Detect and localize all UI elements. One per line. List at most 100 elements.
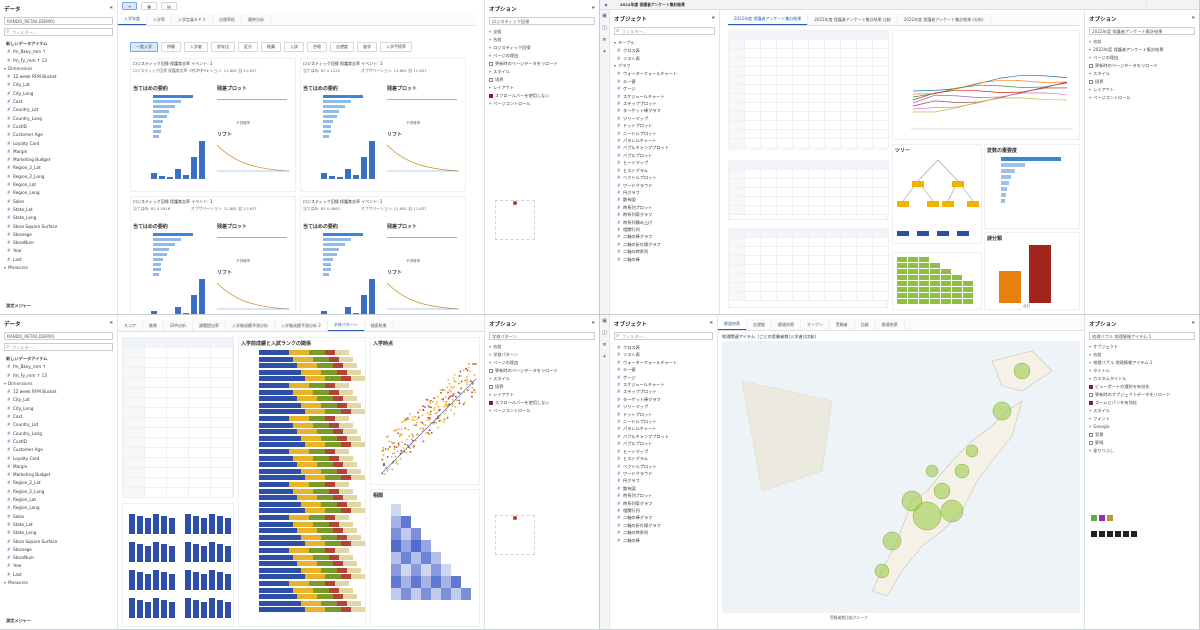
collapse-icon[interactable]: « — [109, 320, 113, 328]
option-checkbox[interactable] — [489, 369, 493, 373]
crosstab-secondary[interactable] — [728, 160, 888, 220]
option-row[interactable]: ▾ Georgia — [1089, 423, 1195, 431]
object-item[interactable]: ステッププロット — [614, 388, 713, 395]
group-graph[interactable]: グラフ — [614, 62, 715, 70]
object-item[interactable]: ウォーターフォールチャート — [614, 359, 713, 366]
objects-search-input[interactable]: フィルター... — [614, 332, 713, 340]
object-item[interactable]: バブルチャングプロット — [614, 433, 713, 440]
summary-table[interactable] — [122, 337, 234, 497]
option-row[interactable]: ▾ ページの理由 — [1089, 54, 1195, 62]
metric-tab[interactable]: 併願 — [161, 42, 181, 52]
menu-icon[interactable]: ⋮ — [1145, 2, 1149, 7]
stacked-bar-chart[interactable]: 入学前成績と入試ランクの関係 — [238, 337, 366, 627]
option-row[interactable]: 境界 — [489, 76, 595, 84]
option-row[interactable]: ▾ カスタムタイトル — [1089, 375, 1195, 383]
report-tab[interactable]: 入学年度 — [118, 14, 147, 26]
data-item[interactable]: StoreNum — [4, 239, 113, 247]
option-row[interactable]: ▾ 名前 — [1089, 351, 1195, 359]
object-item[interactable]: 二軸の棒 — [614, 256, 715, 263]
data-group[interactable]: Dimensions — [4, 65, 113, 73]
toggle-table[interactable]: ▤ — [161, 2, 177, 10]
object-item[interactable]: 二軸の棒グラフ — [614, 233, 715, 240]
report-tab[interactable]: 検索結果 — [365, 320, 394, 331]
option-checkbox[interactable] — [1089, 393, 1093, 397]
option-checkbox[interactable] — [1089, 401, 1093, 405]
option-row[interactable]: 更新時のオブジェクトデータをリロード — [1089, 391, 1195, 399]
data-item[interactable]: Last — [4, 256, 113, 264]
data-item[interactable]: CustID — [4, 123, 113, 131]
dataset-select[interactable]: RANDO_RETAIL(DEMO) — [4, 332, 113, 340]
data-item[interactable]: Country_Lat — [4, 106, 113, 114]
objects-icon[interactable]: ◫ — [600, 22, 609, 34]
crosstab-tertiary[interactable] — [728, 228, 888, 308]
data-search-input[interactable]: フィルター... — [4, 343, 113, 351]
option-checkbox[interactable] — [1089, 441, 1093, 445]
swatch-olive[interactable] — [1107, 515, 1113, 521]
object-item[interactable]: 時系列積み上げ — [614, 219, 715, 226]
metric-tab[interactable]: 志望度 — [330, 42, 354, 52]
object-item[interactable]: 二軸の棒グラフ — [614, 514, 713, 521]
data-item[interactable]: Loyalty Card — [4, 140, 113, 148]
swatch-black[interactable] — [1115, 531, 1121, 537]
option-row[interactable]: ▾ 地理バブル 地理情報アイテム 1 — [1089, 359, 1195, 367]
swatch-black[interactable] — [1107, 531, 1113, 537]
report-tab[interactable]: 出席率低 — [213, 14, 242, 25]
object-item[interactable]: ベクトルプロット — [614, 174, 715, 181]
regression-card[interactable]: ロジスティック回帰 保護育志率 イベント: 1 当てはめ: R2 0.0918 オブ… — [130, 196, 296, 315]
object-item[interactable]: ニードルプロット — [614, 418, 713, 425]
collapse-icon[interactable]: » — [591, 5, 595, 13]
data-item[interactable]: Region_2_Long — [4, 173, 113, 181]
data-footer[interactable]: 測定メジャー — [4, 302, 31, 310]
regression-card[interactable]: ロジスティック回帰 保護育志率 イベント: 1 当てはめ: R2 0.0681 オブ… — [300, 196, 466, 315]
report-tab[interactable]: 推移 — [143, 320, 164, 331]
outline-icon[interactable]: ≣ — [600, 34, 609, 46]
report-tab[interactable]: 2022年度 保護者アンケート集計結果 — [728, 14, 808, 26]
regression-card[interactable]: ロジスティック回帰 保護育志率 イベント: 1 ロジスティック回帰 保護育志率 イ… — [130, 58, 296, 192]
toggle-list[interactable]: ≡ — [122, 2, 137, 10]
object-item[interactable]: 時系列帯グラフ — [614, 500, 713, 507]
data-search-input[interactable]: フィルター... — [4, 28, 113, 36]
report-tab[interactable]: 入学率 — [147, 14, 172, 25]
options-object-select[interactable]: 2022年度 保護者アンケート集計結果 — [1089, 27, 1195, 35]
object-item[interactable]: パラレルチャート — [614, 425, 713, 432]
object-item[interactable]: スケジュールチャート — [614, 93, 715, 100]
report-tab[interactable]: 学修パターン — [328, 320, 365, 332]
metric-tab[interactable]: 前年比 — [211, 42, 235, 52]
report-tab[interactable]: スコア — [118, 320, 143, 331]
object-item[interactable]: ドットプロット — [614, 122, 715, 129]
object-item[interactable]: バブルプロット — [614, 152, 715, 159]
small-bar-charts[interactable] — [122, 503, 234, 627]
data-item[interactable]: 12 week RFM Bucket — [4, 388, 113, 396]
metric-tab[interactable]: 入学手続率 — [380, 42, 412, 52]
report-tab[interactable]: 志望度 — [747, 319, 772, 330]
option-row[interactable]: ▾ ページコントロール — [489, 100, 595, 108]
decision-tree[interactable]: ツリー — [892, 144, 982, 244]
data-item[interactable]: Marketing Budget — [4, 471, 113, 479]
object-item[interactable]: バブルチャングプロット — [614, 144, 715, 151]
collapse-icon[interactable]: « — [711, 15, 715, 23]
data-item[interactable]: City_Lat — [4, 396, 113, 404]
report-tab[interactable]: 入学後成績予測分析 2 — [275, 320, 328, 331]
data-item[interactable]: State_Lat — [4, 521, 113, 529]
option-checkbox[interactable] — [1089, 433, 1093, 437]
data-item[interactable]: Last — [4, 571, 113, 579]
options-object-select[interactable]: 地理バブル 地理情報アイテム 1 — [1089, 332, 1195, 340]
option-row[interactable]: ▾ 塗りつぶし — [1089, 447, 1195, 455]
report-tab[interactable]: 2022年度 保護者アンケート集計結果 比較 — [808, 14, 898, 25]
data-item[interactable]: City_Lat — [4, 81, 113, 89]
option-row[interactable]: ▾ オブジェクト — [1089, 343, 1195, 351]
object-item[interactable]: ターゲット棒グラフ — [614, 107, 715, 114]
option-row[interactable]: ▾ 名前 — [1089, 38, 1195, 46]
data-item[interactable]: Year — [4, 562, 113, 570]
option-row[interactable]: 更新時のページデータをリロード — [1089, 62, 1195, 70]
option-row[interactable]: ▾ 全般 — [489, 28, 595, 36]
option-row[interactable]: 更新時のページデータをリロード — [489, 60, 595, 68]
object-item[interactable]: 二軸の時系列 — [614, 529, 713, 536]
object-item[interactable]: ウォーターフォールチャート — [614, 70, 715, 77]
report-tab[interactable]: 都道府県 — [772, 319, 801, 330]
object-item[interactable]: ターゲット棒グラフ — [614, 396, 713, 403]
data-icon[interactable]: ▣ — [600, 315, 609, 327]
object-item[interactable]: キー値 — [614, 366, 713, 373]
option-row[interactable]: スクロールバーを使用しない — [489, 92, 595, 100]
option-row[interactable]: 罫線 — [1089, 439, 1195, 447]
